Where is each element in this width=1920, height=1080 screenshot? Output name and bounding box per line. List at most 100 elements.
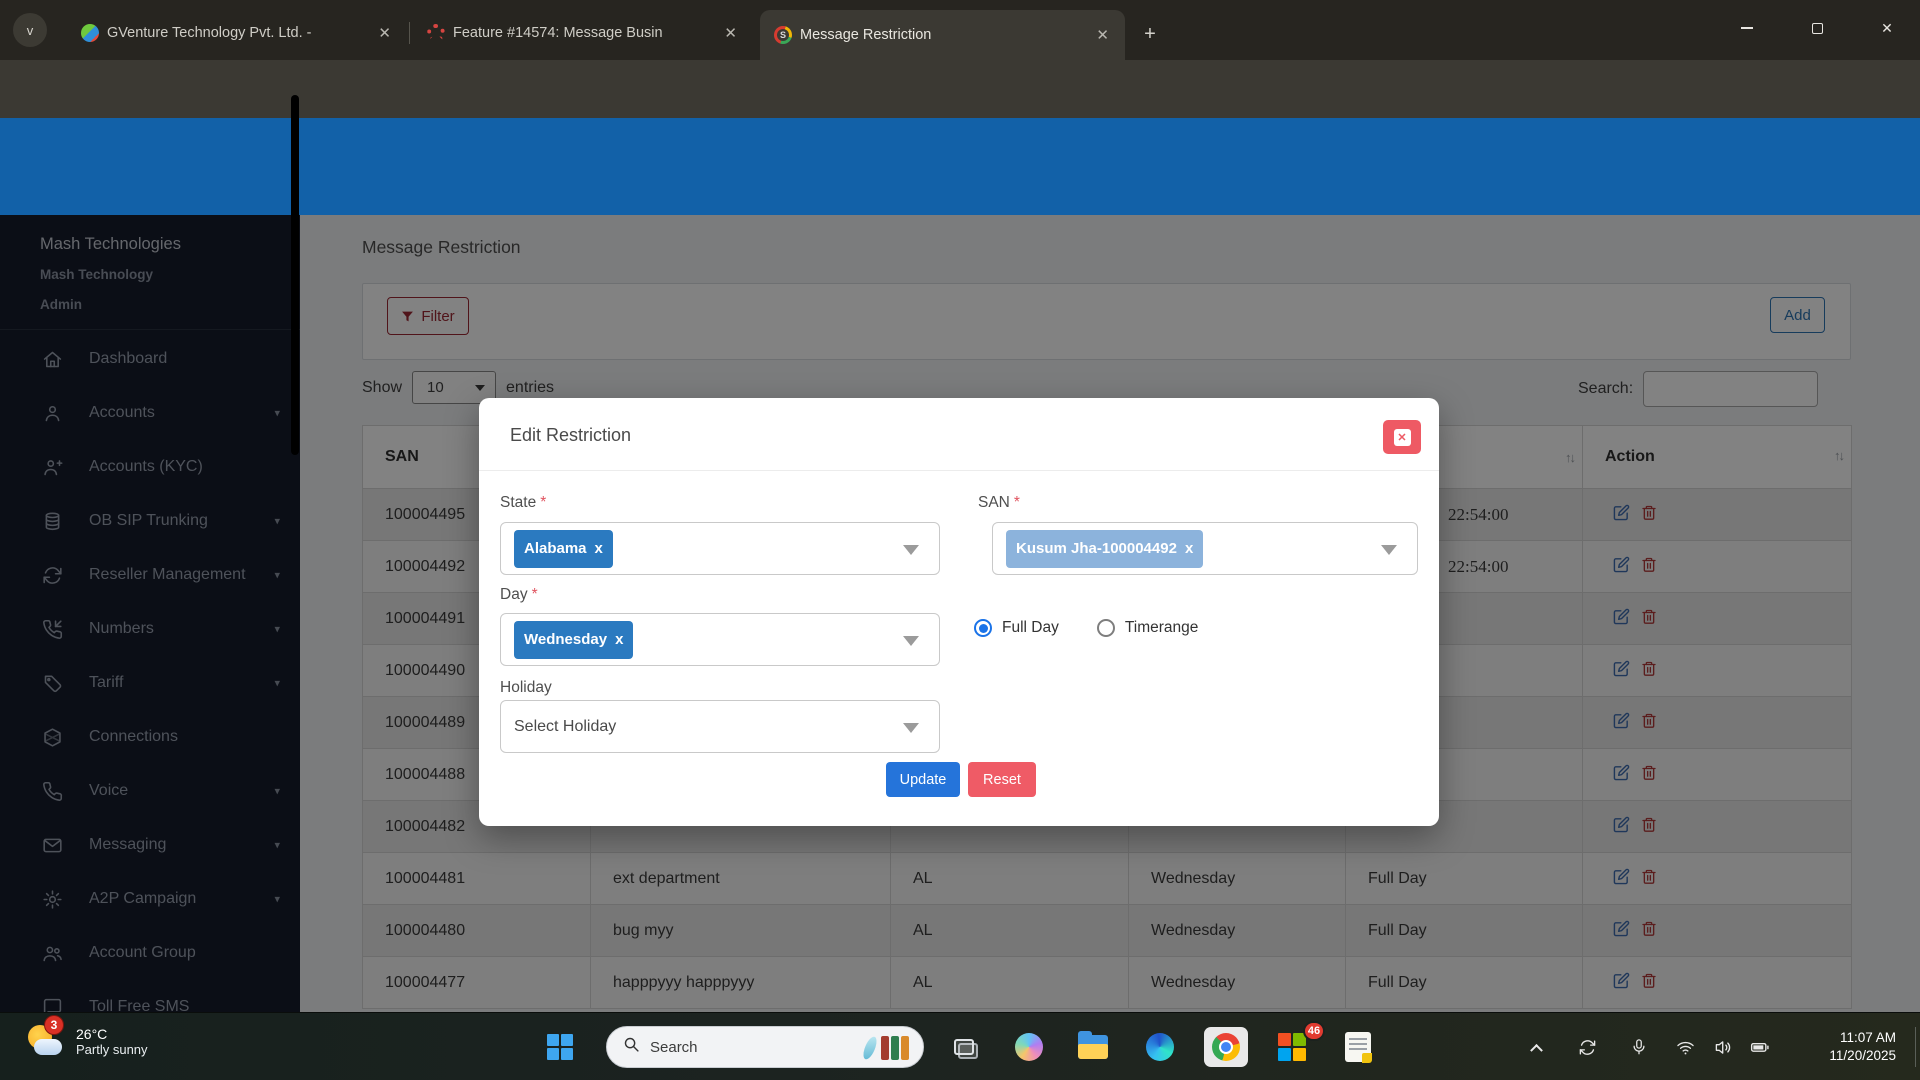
tab-title: Message Restriction [800,27,1082,43]
close-icon: ✕ [1881,20,1893,37]
battery-icon [1750,1037,1770,1057]
chip-remove-icon[interactable]: x [615,631,623,648]
tray-mic-button[interactable] [1630,1013,1648,1080]
tab-close-icon[interactable]: ✕ [718,22,743,44]
folder-icon [1078,1035,1108,1059]
radio-selected-icon [974,619,992,637]
reset-button[interactable]: Reset [968,762,1036,797]
window-minimize-button[interactable] [1724,0,1770,56]
taskbar: 3 26°C Partly sunny Search 46 [0,1012,1920,1080]
edge-button[interactable] [1142,1029,1178,1065]
gventure-favicon-icon [81,24,99,42]
weather-icon: 3 [26,1021,66,1061]
browser-tab-strip: v GVenture Technology Pvt. Ltd. - ✕ Feat… [0,0,1920,60]
tab-search-button[interactable]: v [13,13,47,47]
notepad-icon [1345,1032,1371,1062]
speaker-icon [1714,1038,1733,1057]
microphone-icon [1630,1038,1648,1056]
day-select[interactable]: Wednesdayx [500,613,940,666]
new-tab-button[interactable]: + [1136,20,1164,48]
day-chip: Wednesdayx [514,621,633,659]
chevron-down-icon [903,636,919,646]
full-day-radio[interactable]: Full Day [974,619,1059,637]
chevron-down-icon [1381,545,1397,555]
san-select[interactable]: Kusum Jha-100004492x [992,522,1418,575]
clock-time: 11:07 AM [1829,1029,1896,1047]
redmine-favicon-icon [427,24,445,42]
chevron-down-icon [903,723,919,733]
modal-divider [479,470,1439,471]
window-maximize-button[interactable] [1794,0,1840,56]
browser-toolbar: ← → signalmash.gventure.info/deepak/#/sm… [0,60,1920,118]
chevron-down-icon [903,545,919,555]
tray-wifi-button[interactable] [1676,1013,1695,1080]
show-desktop-button[interactable] [1915,1027,1916,1067]
chrome-icon [1212,1033,1240,1061]
required-asterisk: * [1014,494,1020,511]
copilot-icon [1015,1033,1043,1061]
state-chip: Alabamax [514,530,613,568]
taskbar-search-box[interactable]: Search [606,1026,924,1068]
timerange-radio[interactable]: Timerange [1097,619,1199,637]
tab-title: GVenture Technology Pvt. Ltd. - [107,25,364,41]
tray-volume-button[interactable] [1714,1013,1733,1080]
edge-icon [1146,1033,1174,1061]
tray-sync-button[interactable] [1578,1013,1597,1080]
close-icon: ✕ [1394,429,1411,446]
modal-title: Edit Restriction [510,425,631,446]
copilot-button[interactable] [1011,1029,1047,1065]
notepad-button[interactable] [1340,1029,1376,1065]
radio-unselected-icon [1097,619,1115,637]
san-chip: Kusum Jha-100004492x [1006,530,1203,568]
chip-remove-icon[interactable]: x [595,540,603,557]
tray-battery-button[interactable] [1750,1013,1770,1080]
wifi-icon [1676,1038,1695,1057]
modal-close-button[interactable]: ✕ [1383,420,1421,454]
state-select[interactable]: Alabamax [500,522,940,575]
file-explorer-button[interactable] [1075,1029,1111,1065]
required-asterisk: * [540,494,546,511]
state-field-label: State* [500,494,546,512]
notification-badge: 3 [44,1015,64,1035]
holiday-field-label: Holiday [500,679,552,697]
taskbar-weather-widget[interactable]: 3 26°C Partly sunny [26,1021,148,1061]
tab-feature[interactable]: Feature #14574: Message Busin ✕ [413,10,753,56]
taskbar-clock[interactable]: 11:07 AM 11/20/2025 [1829,1029,1896,1065]
notification-badge: 46 [1303,1021,1325,1041]
tab-message-restriction-active[interactable]: S Message Restriction ✕ [760,10,1125,60]
holiday-select[interactable]: Select Holiday [500,700,940,753]
signalmash-favicon-icon: S [774,26,792,44]
san-field-label: SAN* [978,494,1020,512]
edit-restriction-modal: Edit Restriction ✕ State* Alabamax SAN* … [479,398,1439,826]
microsoft-icon [1278,1033,1306,1061]
holiday-placeholder: Select Holiday [514,718,616,736]
start-button[interactable] [547,1034,573,1060]
tab-close-icon[interactable]: ✕ [372,22,397,44]
task-view-button[interactable] [946,1029,982,1065]
weather-condition: Partly sunny [76,1042,148,1057]
search-icon [623,1036,640,1058]
screen: v GVenture Technology Pvt. Ltd. - ✕ Feat… [0,0,1920,1080]
time-mode-radios: Full Day Timerange [974,619,1198,637]
search-placeholder: Search [650,1039,698,1056]
tab-separator [409,22,410,44]
minimize-icon [1741,27,1753,29]
chip-remove-icon[interactable]: x [1185,540,1193,557]
weather-temp: 26°C [76,1026,148,1042]
search-highlight-image[interactable] [865,1034,911,1062]
tray-expand-button[interactable] [1532,1013,1541,1080]
clock-date: 11/20/2025 [1829,1047,1896,1065]
maximize-icon [1812,23,1823,34]
tab-close-icon[interactable]: ✕ [1090,24,1115,46]
task-view-icon [954,1039,974,1055]
tab-search-chevron-icon: v [27,23,34,38]
chrome-button[interactable] [1208,1029,1244,1065]
required-asterisk: * [532,586,538,603]
app-header: S signalmash SMS › Message Restriction [0,118,1920,215]
chevron-up-icon [1530,1043,1543,1056]
window-close-button[interactable]: ✕ [1864,0,1910,56]
day-field-label: Day* [500,586,538,604]
tab-title: Feature #14574: Message Busin [453,25,710,41]
update-button[interactable]: Update [886,762,960,797]
tab-gventure[interactable]: GVenture Technology Pvt. Ltd. - ✕ [67,10,407,56]
